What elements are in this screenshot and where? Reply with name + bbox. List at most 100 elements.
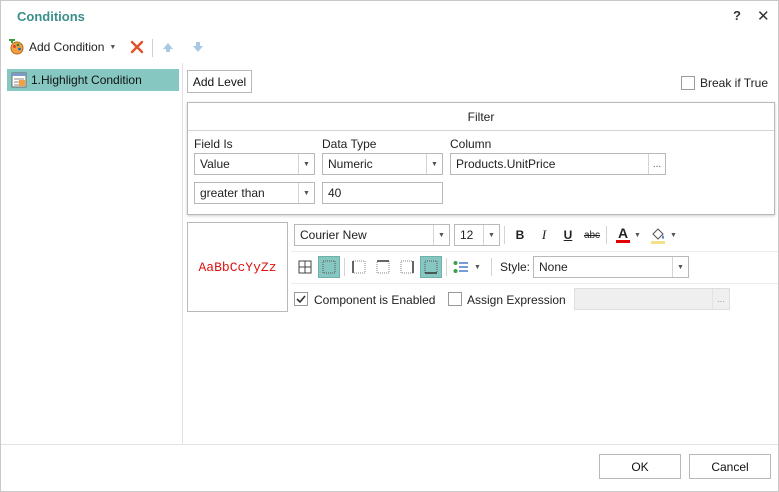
data-type-label: Data Type xyxy=(322,137,377,151)
font-color-button[interactable]: A ▼ xyxy=(613,224,643,246)
chevron-down-icon: ▼ xyxy=(109,43,117,51)
title-bar: Conditions ? ✕ xyxy=(1,1,778,33)
chevron-down-icon: ▼ xyxy=(426,154,442,174)
bottom-border-icon xyxy=(424,260,438,274)
chevron-down-icon: ▼ xyxy=(298,183,314,203)
separator xyxy=(344,258,345,276)
dialog-title: Conditions xyxy=(17,9,85,24)
column-browse-button[interactable]: ... xyxy=(648,154,665,174)
no-borders-button[interactable] xyxy=(318,256,340,278)
font-color-icon: A xyxy=(616,225,630,243)
cancel-button[interactable]: Cancel xyxy=(689,454,771,479)
background-color-button[interactable]: ▼ xyxy=(649,224,679,246)
operator-value: greater than xyxy=(200,186,265,200)
no-borders-icon xyxy=(322,260,336,274)
add-level-label: Add Level xyxy=(192,74,247,89)
left-border-button[interactable] xyxy=(348,256,370,278)
expression-field: ... xyxy=(574,288,730,310)
checkmark-icon xyxy=(296,295,306,304)
ok-label: OK xyxy=(631,459,649,474)
all-borders-button[interactable] xyxy=(294,256,316,278)
assign-expression-checkbox[interactable] xyxy=(448,292,462,306)
separator xyxy=(446,258,447,276)
highlight-condition-icon xyxy=(11,72,27,88)
column-field[interactable]: Products.UnitPrice ... xyxy=(450,153,666,175)
operand-value: 40 xyxy=(328,186,342,200)
chevron-down-icon: ▼ xyxy=(433,225,449,245)
move-down-button[interactable] xyxy=(192,41,204,53)
field-is-select[interactable]: Value ▼ xyxy=(194,153,315,175)
break-if-true-checkbox[interactable] xyxy=(681,76,695,90)
conditions-dialog: Conditions ? ✕ Add Condition ▼ 1.Highlig… xyxy=(0,0,779,492)
style-label: Style: xyxy=(500,260,531,274)
all-borders-icon xyxy=(298,260,312,274)
font-name-value: Courier New xyxy=(300,228,367,242)
condition-item[interactable]: 1.Highlight Condition xyxy=(7,69,179,91)
fill-bucket-icon xyxy=(651,228,665,244)
right-border-icon xyxy=(400,260,414,274)
format-row-divider xyxy=(291,251,778,252)
column-label: Column xyxy=(450,137,492,151)
add-condition-icon xyxy=(9,39,24,55)
left-border-icon xyxy=(352,260,366,274)
add-condition-button[interactable]: Add Condition ▼ xyxy=(9,39,116,55)
operator-select[interactable]: greater than ▼ xyxy=(194,182,315,204)
chevron-down-icon: ▼ xyxy=(474,263,481,271)
filter-header: Filter xyxy=(188,103,774,131)
chevron-down-icon: ▼ xyxy=(672,257,688,277)
style-value: None xyxy=(539,260,568,274)
filter-group: Filter Field Is Data Type Column Value ▼… xyxy=(187,102,775,215)
chevron-down-icon: ▼ xyxy=(483,225,499,245)
format-preview: AaBbCcYyZz xyxy=(187,222,288,312)
field-is-label: Field Is xyxy=(194,137,233,151)
help-button[interactable]: ? xyxy=(733,8,741,23)
font-name-select[interactable]: Courier New ▼ xyxy=(294,224,450,246)
toolbar: Add Condition ▼ xyxy=(1,34,778,62)
chevron-down-icon: ▼ xyxy=(634,231,641,239)
style-select[interactable]: None ▼ xyxy=(533,256,689,278)
delete-condition-button[interactable] xyxy=(129,39,145,55)
close-button[interactable]: ✕ xyxy=(757,7,770,25)
operand-input[interactable]: 40 xyxy=(322,182,443,204)
conditions-list: 1.Highlight Condition xyxy=(1,63,183,444)
preview-text: AaBbCcYyZz xyxy=(198,259,277,275)
cancel-label: Cancel xyxy=(711,459,749,474)
filter-header-label: Filter xyxy=(467,109,495,124)
expression-browse-button: ... xyxy=(712,289,729,309)
strikethrough-button[interactable]: abc xyxy=(581,224,603,246)
bold-button[interactable]: B xyxy=(509,224,531,246)
add-level-button[interactable]: Add Level xyxy=(187,70,252,93)
separator xyxy=(504,226,505,244)
condition-label: 1.Highlight Condition xyxy=(31,73,142,87)
underline-button[interactable]: U xyxy=(557,224,579,246)
bottom-border-button[interactable] xyxy=(420,256,442,278)
top-border-button[interactable] xyxy=(372,256,394,278)
font-size-value: 12 xyxy=(460,228,474,242)
chevron-down-icon: ▼ xyxy=(298,154,314,174)
data-type-value: Numeric xyxy=(328,157,373,171)
format-row-divider xyxy=(291,283,778,284)
separator xyxy=(491,258,492,276)
italic-button[interactable]: I xyxy=(533,224,555,246)
arrow-down-icon xyxy=(193,42,203,52)
chevron-down-icon: ▼ xyxy=(670,231,677,239)
field-is-value: Value xyxy=(200,157,230,171)
top-border-icon xyxy=(376,260,390,274)
component-enabled-label: Component is Enabled xyxy=(314,293,436,307)
right-border-button[interactable] xyxy=(396,256,418,278)
column-value: Products.UnitPrice xyxy=(456,157,556,171)
delete-icon xyxy=(130,40,144,54)
list-icon xyxy=(453,261,468,273)
assign-expression-label: Assign Expression xyxy=(467,293,566,307)
component-enabled-checkbox[interactable] xyxy=(294,292,308,306)
ok-button[interactable]: OK xyxy=(599,454,681,479)
add-condition-label: Add Condition xyxy=(29,40,105,54)
break-if-true-label: Break if True xyxy=(700,76,769,90)
icon-set-button[interactable]: ▼ xyxy=(453,256,485,278)
footer-divider xyxy=(1,444,778,445)
data-type-select[interactable]: Numeric ▼ xyxy=(322,153,443,175)
toolbar-separator xyxy=(152,39,153,57)
move-up-button[interactable] xyxy=(162,41,174,53)
arrow-up-icon xyxy=(163,43,173,52)
font-size-select[interactable]: 12 ▼ xyxy=(454,224,500,246)
